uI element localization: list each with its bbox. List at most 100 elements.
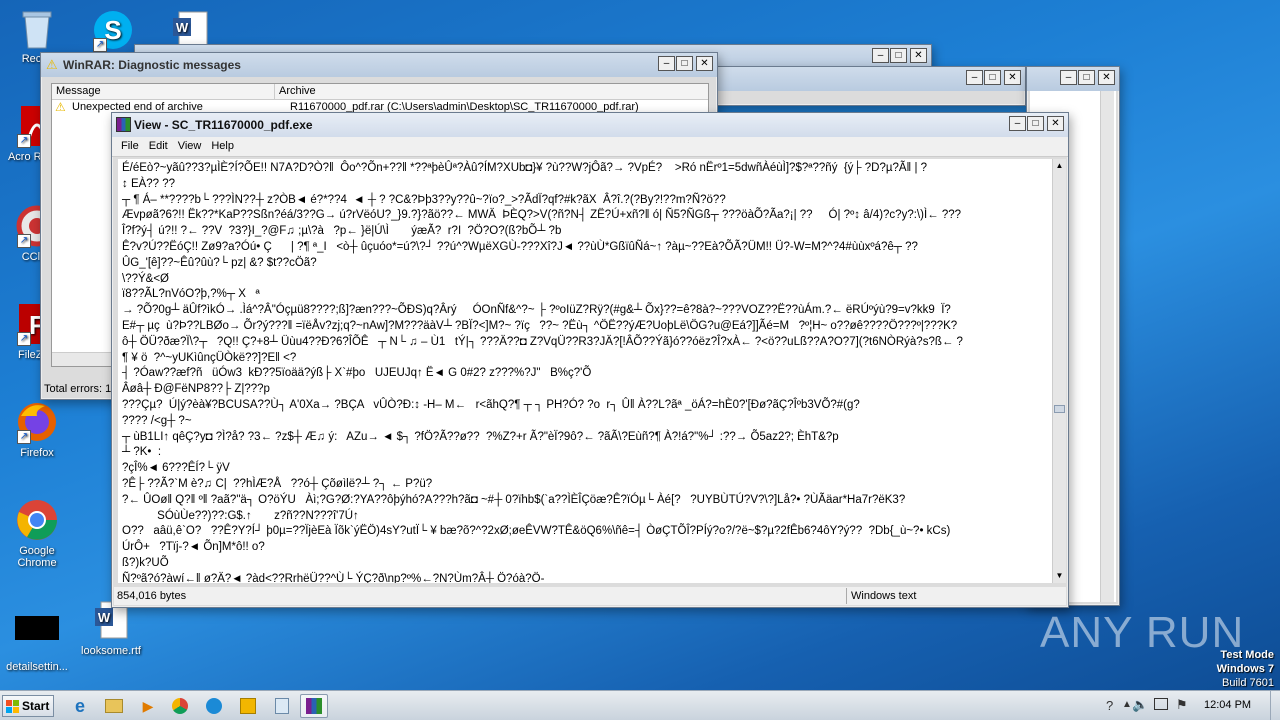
text-line: SÓùÙe??)??:G$.↑ z?ñ??N???î'7Ú↑ <box>122 509 359 522</box>
window-titlebar[interactable]: – □ ✕ <box>1027 67 1119 91</box>
anyrun-logo-text: ANY RUN <box>1040 608 1245 657</box>
test-mode-text: Test Mode Windows 7 Build 7601 <box>1217 648 1274 690</box>
vertical-scrollbar[interactable] <box>1100 91 1114 602</box>
minimize-button[interactable]: – <box>658 56 675 71</box>
minimize-button[interactable]: – <box>872 48 889 63</box>
desktop-icon-label: Google Chrome <box>17 545 57 569</box>
taskbar-ie-icon[interactable]: e <box>66 694 94 718</box>
text-line: ┴ ?K• : <box>122 446 162 459</box>
taskbar-edge-icon[interactable] <box>200 694 228 718</box>
start-button[interactable]: Start <box>2 695 54 717</box>
desktop-icon-label: Firefox <box>20 447 54 459</box>
scroll-up-arrow[interactable]: ▲ <box>1053 159 1066 173</box>
window-titlebar[interactable]: View - SC_TR11670000_pdf.exe – □ ✕ <box>112 113 1068 137</box>
text-line: Ævpøã?6?!! Ëk??*KaP??Sßn?éá/3??G→ ú?rVëó… <box>122 209 962 222</box>
close-button[interactable]: ✕ <box>696 56 713 71</box>
minimize-button[interactable]: – <box>1009 116 1026 131</box>
vertical-scrollbar[interactable]: ▲ ▼ <box>1052 159 1066 583</box>
column-divider <box>274 84 275 100</box>
menu-edit[interactable]: Edit <box>144 137 173 155</box>
text-line: ↕ EÀ?? ?? <box>122 177 176 190</box>
show-desktop-button[interactable] <box>1270 691 1280 720</box>
text-line: ÚrÔ+ ?Tïj-?◄ Õn]M*ô!! o? <box>122 541 265 554</box>
menu-help[interactable]: Help <box>206 137 239 155</box>
action-center-flag-icon[interactable]: ⚑ <box>1176 697 1188 713</box>
anyrun-watermark: ANY RUN <box>1040 608 1244 658</box>
text-line: ï8??ÃL?nVóO?þ,?%┬ X ª <box>122 288 260 301</box>
close-button[interactable]: ✕ <box>1047 116 1064 131</box>
recycle-bin-icon <box>15 6 59 50</box>
desktop-icon-label: detailsettin... <box>6 661 68 673</box>
volume-icon[interactable]: 🔈 <box>1132 697 1148 713</box>
viewer-window[interactable]: View - SC_TR11670000_pdf.exe – □ ✕ File E… <box>111 112 1069 608</box>
firefox-icon: ↗ <box>15 400 59 444</box>
shortcut-arrow-icon: ↗ <box>17 430 31 444</box>
text-line: ô┼ ÖÜ?ðæ?Ï\?┬ ?Q!! Ç?+8┴ Üùu4??Ð?6?ÎÕÊ ┬… <box>122 335 963 348</box>
maximize-button[interactable]: □ <box>676 56 693 71</box>
taskbar-app-icon[interactable] <box>234 694 262 718</box>
window-titlebar[interactable]: ⚠ WinRAR: Diagnostic messages – □ ✕ <box>41 53 717 77</box>
text-line: ÛG_'[ê]??~Êû?ûù?└ pz| &? $t??cÖã? <box>122 256 317 269</box>
start-label: Start <box>22 699 50 713</box>
skype-icon: S ↗ <box>91 8 135 52</box>
maximize-button[interactable]: □ <box>984 70 1001 85</box>
shortcut-arrow-icon: ↗ <box>17 234 31 248</box>
list-header: Message Archive <box>52 84 708 100</box>
window-title: WinRAR: Diagnostic messages <box>63 58 241 72</box>
taskbar-chrome-icon[interactable] <box>166 694 194 718</box>
text-line: Ê?v?Ú??ËóÇ!! Zø9?a?Óú• Ç | ?¶ ª_I <ò┼ ûç… <box>122 240 918 253</box>
shortcut-arrow-icon: ↗ <box>93 38 107 52</box>
help-icon[interactable]: ? <box>1106 698 1113 713</box>
svg-text:W: W <box>176 20 189 35</box>
text-line: E#┬ µç ù?Þ??LBØo→ Õr?ý???‖ =ïëÅv?zj;q?~n… <box>122 319 958 332</box>
desktop-icon-chrome[interactable]: Google Chrome <box>0 498 74 569</box>
network-icon[interactable] <box>1154 698 1168 710</box>
minimize-button[interactable]: – <box>1060 70 1077 85</box>
background-window-2[interactable]: – □ ✕ <box>712 66 1026 106</box>
text-line: O?? aâü,ê`O? ??Ê?Y?Í┘ þ0µ=??ÏjèEà Ïõk`ýË… <box>122 525 951 538</box>
text-line: ┬ ùB1LI↑ qêÇ?y◘ ?Ì?å? ?3← ?z$┼ Æ♫ ý: AZu… <box>122 430 839 443</box>
text-view[interactable]: É/éEò?~yãû??3?µÌÈ?Í?ÕE!! N7A?D?Ò?‖ Ôo^?Õ… <box>118 159 1054 583</box>
maximize-button[interactable]: □ <box>890 48 907 63</box>
black-file-icon <box>15 614 59 658</box>
shortcut-arrow-icon: ↗ <box>17 332 31 346</box>
taskbar-winrar-icon[interactable] <box>300 694 328 718</box>
text-line: ┤ ?Óaw??æf?ñ üÓw3 kÐ??5ïoää?ýß├ X`#þo UJ… <box>122 367 592 380</box>
scroll-down-arrow[interactable]: ▼ <box>1053 569 1066 583</box>
column-header-archive[interactable]: Archive <box>279 85 316 97</box>
text-line: ?Ê├ ??Ã?`M è?♫ C| ??hÌÆ?Å ??ó┼ Çõøìlë?┴ … <box>122 477 433 490</box>
test-mode-label: Test Mode <box>1220 649 1274 661</box>
close-button[interactable]: ✕ <box>1098 70 1115 85</box>
taskbar-notepad-icon[interactable] <box>268 694 296 718</box>
minimize-button[interactable]: – <box>966 70 983 85</box>
chrome-icon <box>15 498 59 542</box>
column-header-message[interactable]: Message <box>56 85 101 97</box>
notification-overflow-icon[interactable]: ▲ <box>1122 699 1132 710</box>
os-label: Windows 7 <box>1216 663 1274 675</box>
maximize-button[interactable]: □ <box>1078 70 1095 85</box>
text-line: Ñ?ºã?ó?àwí←‖ ø?Ä?◄ ?àd<??RrhëÜ??^Ù└ ÝÇ?ð… <box>122 572 545 583</box>
window-titlebar[interactable]: – □ ✕ <box>713 67 1025 91</box>
text-line: \??Ý&<Ø <box>122 272 169 285</box>
maximize-button[interactable]: □ <box>1027 116 1044 131</box>
build-label: Build 7601 <box>1222 677 1274 689</box>
winrar-icon <box>116 117 131 132</box>
status-encoding: Windows text <box>851 590 917 602</box>
taskbar: Start e ▶ ? ▲ 🔈 ⚑ 12:04 PM <box>0 690 1280 720</box>
warning-icon: ⚠ <box>46 57 58 72</box>
desktop-icon-firefox[interactable]: ↗ Firefox <box>0 400 74 459</box>
status-bar: 854,016 bytes Windows text <box>114 587 1066 605</box>
scroll-thumb[interactable] <box>1054 405 1065 413</box>
taskbar-media-player-icon[interactable]: ▶ <box>134 694 162 718</box>
desktop-icon-details[interactable]: detailsettin... <box>0 614 74 673</box>
menu-view[interactable]: View <box>173 137 207 155</box>
clock[interactable]: 12:04 PM <box>1204 699 1251 711</box>
text-line: Î?f?ý┤ ú?!! ?← ??V ?3?}I_?@F♫ ;µ\?à ?p← … <box>122 225 562 238</box>
menu-bar: File Edit View Help <box>112 137 1068 157</box>
svg-text:W: W <box>98 610 111 625</box>
close-button[interactable]: ✕ <box>910 48 927 63</box>
taskbar-explorer-icon[interactable] <box>100 694 128 718</box>
text-line: ?çÎ%◄ 6???ÊÍ?└ ÿV <box>122 462 230 475</box>
close-button[interactable]: ✕ <box>1004 70 1021 85</box>
menu-file[interactable]: File <box>116 137 144 155</box>
